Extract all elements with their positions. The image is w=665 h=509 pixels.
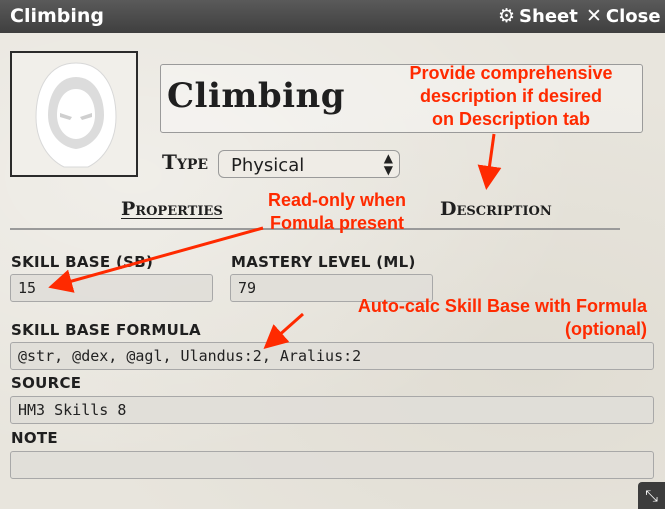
resize-icon[interactable]: ⤡ bbox=[638, 482, 665, 509]
readonly-hint-line-1: Read-only when bbox=[267, 190, 406, 210]
description-hint-line-2: description if desired bbox=[419, 86, 603, 106]
tab-properties[interactable]: Properties bbox=[121, 198, 223, 220]
source-value: HM3 Skills 8 bbox=[18, 401, 127, 419]
tab-description[interactable]: Description bbox=[440, 198, 552, 220]
autocalc-hint-line-1: Auto-calc Skill Base with Formula bbox=[357, 296, 647, 316]
hooded-figure-icon bbox=[35, 62, 117, 168]
source-field[interactable]: HM3 Skills 8 bbox=[10, 396, 654, 424]
skill-base-formula-field[interactable]: @str, @dex, @agl, Ulandus:2, Aralius:2 bbox=[10, 342, 654, 370]
skill-base-formula-label: SKILL BASE FORMULA bbox=[11, 321, 201, 339]
mastery-level-value: 79 bbox=[238, 279, 257, 297]
window-titlebar[interactable]: Climbing ⚙ Sheet ✕ Close bbox=[0, 0, 665, 33]
description-hint-annotation: Provide comprehensive description if des… bbox=[391, 62, 631, 131]
sheet-button-label: Sheet bbox=[519, 6, 578, 27]
skill-base-formula-value: @str, @dex, @agl, Ulandus:2, Aralius:2 bbox=[18, 347, 362, 365]
autocalc-hint-annotation: Auto-calc Skill Base with Formula (optio… bbox=[306, 295, 647, 341]
note-label: NOTE bbox=[11, 429, 58, 447]
close-icon: ✕ bbox=[586, 5, 602, 27]
note-field[interactable] bbox=[10, 451, 654, 479]
mastery-level-label: MASTERY LEVEL (ML) bbox=[231, 253, 416, 271]
source-label: SOURCE bbox=[11, 374, 82, 392]
skill-base-value: 15 bbox=[18, 279, 37, 297]
close-button[interactable]: ✕ Close bbox=[586, 5, 661, 27]
item-name-text: Climbing bbox=[167, 76, 346, 116]
sheet-button[interactable]: ⚙ Sheet bbox=[498, 5, 578, 27]
window-title: Climbing bbox=[10, 5, 105, 27]
type-select[interactable]: Physical ▲ ▼ bbox=[218, 150, 400, 178]
skill-base-field[interactable]: 15 bbox=[10, 274, 213, 302]
item-sheet-content: Climbing Type Physical ▲ ▼ Properties Des… bbox=[0, 33, 665, 509]
type-label: Type bbox=[162, 150, 209, 174]
up-down-caret-icon: ▲ ▼ bbox=[383, 151, 393, 177]
skill-base-label: SKILL BASE (SB) bbox=[11, 253, 154, 271]
description-hint-line-1: Provide comprehensive bbox=[409, 63, 613, 83]
item-portrait[interactable] bbox=[10, 51, 138, 177]
gear-icon: ⚙ bbox=[498, 5, 516, 27]
readonly-hint-annotation: Read-only when Fomula present bbox=[256, 189, 418, 235]
description-hint-line-3: on Description tab bbox=[431, 109, 590, 129]
type-select-value: Physical bbox=[231, 155, 305, 176]
readonly-hint-line-2: Fomula present bbox=[269, 213, 405, 233]
autocalc-hint-line-2: (optional) bbox=[565, 319, 647, 339]
close-button-label: Close bbox=[605, 6, 661, 27]
